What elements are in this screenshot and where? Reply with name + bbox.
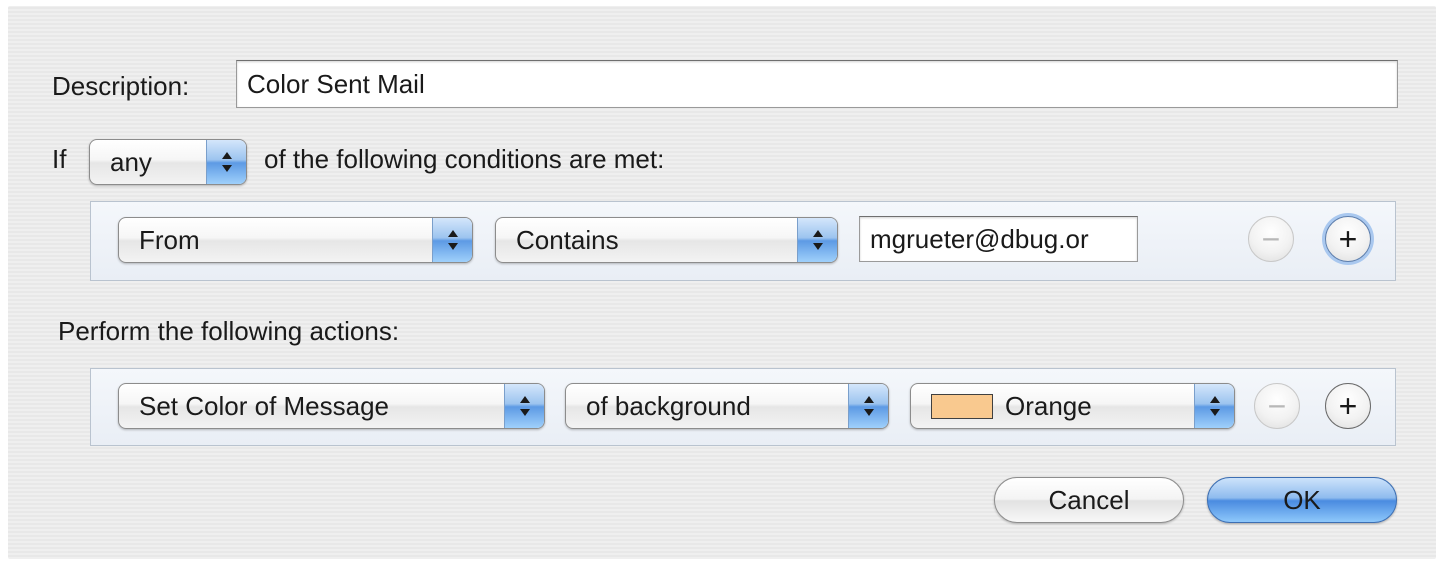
description-label: Description: — [52, 71, 190, 101]
plus-icon: + — [1338, 221, 1358, 257]
condition-value-field[interactable]: mgrueter@dbug.or — [859, 216, 1138, 262]
match-popup-value: any — [110, 146, 152, 177]
up-down-chevron-icon — [797, 218, 837, 262]
cancel-button[interactable]: Cancel — [994, 477, 1184, 523]
match-popup[interactable]: any — [89, 139, 247, 185]
up-down-chevron-icon — [206, 140, 246, 184]
rule-editor-sheet: Description: Color Sent Mail If any of t… — [8, 6, 1436, 559]
remove-action-button[interactable]: − — [1254, 383, 1300, 429]
description-field[interactable]: Color Sent Mail — [236, 60, 1398, 108]
add-action-button[interactable]: + — [1325, 383, 1371, 429]
color-popup-value: Orange — [1005, 390, 1092, 421]
condition-operator-popup[interactable]: Contains — [495, 217, 838, 263]
color-popup[interactable]: Orange — [910, 383, 1235, 429]
up-down-chevron-icon — [504, 384, 544, 428]
action-row: Set Color of Message of background Orang… — [90, 368, 1396, 446]
condition-row: From Contains mgrueter@dbug.or − + — [90, 201, 1396, 281]
description-value: Color Sent Mail — [247, 69, 425, 99]
condition-operator-value: Contains — [516, 224, 619, 255]
remove-condition-button[interactable]: − — [1248, 216, 1294, 262]
cancel-button-label: Cancel — [1048, 484, 1130, 515]
if-label: If — [52, 144, 67, 174]
add-condition-button[interactable]: + — [1325, 216, 1371, 262]
minus-icon: − — [1261, 221, 1281, 257]
ok-button-label: OK — [1283, 484, 1321, 515]
up-down-chevron-icon — [848, 384, 888, 428]
target-popup[interactable]: of background — [565, 383, 889, 429]
minus-icon: − — [1267, 388, 1287, 424]
plus-icon: + — [1338, 388, 1358, 424]
condition-value: mgrueter@dbug.or — [870, 224, 1089, 254]
conditions-label: of the following conditions are met: — [264, 144, 665, 174]
color-swatch — [931, 394, 993, 419]
action-popup[interactable]: Set Color of Message — [118, 383, 545, 429]
condition-field-popup[interactable]: From — [118, 217, 473, 263]
ok-button[interactable]: OK — [1207, 477, 1397, 523]
up-down-chevron-icon — [432, 218, 472, 262]
actions-label: Perform the following actions: — [58, 316, 400, 346]
condition-field-value: From — [139, 224, 200, 255]
action-popup-value: Set Color of Message — [139, 390, 390, 421]
up-down-chevron-icon — [1194, 384, 1234, 428]
target-popup-value: of background — [586, 390, 751, 421]
